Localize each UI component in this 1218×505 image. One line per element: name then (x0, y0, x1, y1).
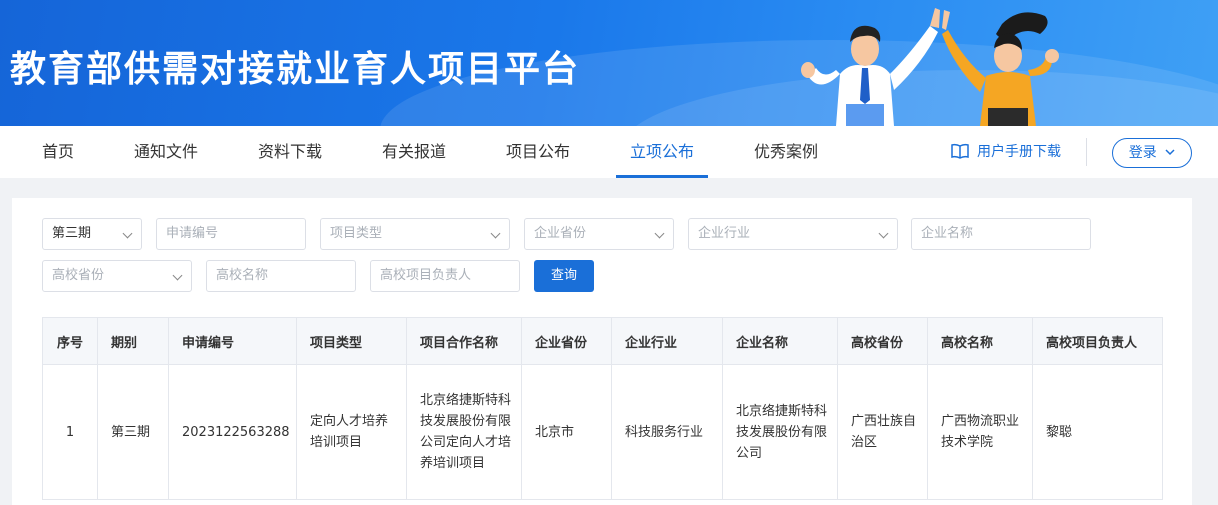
application-no-input[interactable]: 申请编号 (156, 218, 306, 250)
project-type-select[interactable]: 项目类型 (320, 218, 510, 250)
header-school-lead: 高校项目负责人 (1032, 317, 1163, 365)
nav-item-approved[interactable]: 立项公布 (630, 126, 694, 178)
cell-company-industry: 科技服务行业 (611, 364, 723, 500)
header-school-province: 高校省份 (837, 317, 928, 365)
header-banner: 教育部供需对接就业育人项目平台 (0, 0, 1218, 126)
search-button[interactable]: 查询 (534, 260, 594, 292)
nav-item-reports[interactable]: 有关报道 (382, 126, 446, 178)
company-province-placeholder: 企业省份 (534, 226, 587, 241)
user-manual-link[interactable]: 用户手册下载 (951, 126, 1061, 178)
login-button[interactable]: 登录 (1112, 138, 1192, 168)
header-company-industry: 企业行业 (611, 317, 723, 365)
active-tab-indicator (616, 175, 708, 178)
header-index: 序号 (42, 317, 98, 365)
company-province-select[interactable]: 企业省份 (524, 218, 674, 250)
school-province-select[interactable]: 高校省份 (42, 260, 192, 292)
chevron-down-icon (172, 270, 183, 281)
nav-item-downloads[interactable]: 资料下载 (258, 126, 322, 178)
cell-cooperation-name: 北京络捷斯特科技发展股份有限公司定向人才培养培训项目 (406, 364, 522, 500)
table-row: 1 第三期 2023122563288 定向人才培养培训项目 北京络捷斯特科技发… (42, 364, 1163, 500)
chevron-down-icon (1165, 149, 1175, 156)
chevron-down-icon (122, 228, 133, 239)
table-header-row: 序号 期别 申请编号 项目类型 项目合作名称 企业省份 企业行业 企业名称 高校… (42, 317, 1163, 365)
school-name-placeholder: 高校名称 (216, 268, 269, 283)
chevron-down-icon (490, 228, 501, 239)
header-school-name: 高校名称 (927, 317, 1033, 365)
cell-period: 第三期 (97, 364, 169, 500)
nav-item-cases[interactable]: 优秀案例 (754, 126, 818, 178)
main-nav: 首页 通知文件 资料下载 有关报道 项目公布 立项公布 优秀案例 用户手册下载 … (0, 126, 1218, 178)
header-application-no: 申请编号 (168, 317, 297, 365)
header-period: 期别 (97, 317, 169, 365)
company-name-placeholder: 企业名称 (921, 226, 974, 241)
nav-item-projects[interactable]: 项目公布 (506, 126, 570, 178)
period-select[interactable]: 第三期 (42, 218, 142, 250)
cell-school-lead: 黎聪 (1032, 364, 1163, 500)
results-table: 序号 期别 申请编号 项目类型 项目合作名称 企业省份 企业行业 企业名称 高校… (42, 317, 1163, 500)
cell-application-no: 2023122563288 (168, 364, 297, 500)
period-select-value: 第三期 (52, 226, 92, 241)
cell-school-province: 广西壮族自治区 (837, 364, 928, 500)
company-industry-placeholder: 企业行业 (698, 226, 751, 241)
school-province-placeholder: 高校省份 (52, 268, 105, 283)
login-label: 登录 (1128, 145, 1157, 161)
cell-index: 1 (42, 364, 98, 500)
cell-company-name: 北京络捷斯特科技发展股份有限公司 (722, 364, 838, 500)
site-title: 教育部供需对接就业育人项目平台 (10, 49, 581, 90)
high-five-illustration (801, 8, 1059, 126)
cell-project-type: 定向人才培养培训项目 (296, 364, 407, 500)
book-icon (951, 143, 969, 159)
search-panel: 第三期 申请编号 项目类型 企业省份 企业行业 企业名称 高校省份 高校名称 高… (12, 198, 1192, 505)
company-industry-select[interactable]: 企业行业 (688, 218, 898, 250)
nav-item-home[interactable]: 首页 (42, 126, 74, 178)
nav-divider (1086, 138, 1087, 166)
user-manual-label: 用户手册下载 (977, 144, 1061, 160)
school-lead-placeholder: 高校项目负责人 (380, 268, 472, 283)
header-company-province: 企业省份 (521, 317, 612, 365)
school-lead-input[interactable]: 高校项目负责人 (370, 260, 520, 292)
company-name-input[interactable]: 企业名称 (911, 218, 1091, 250)
application-no-placeholder: 申请编号 (166, 226, 219, 241)
header-project-type: 项目类型 (296, 317, 407, 365)
cell-company-province: 北京市 (521, 364, 612, 500)
chevron-down-icon (654, 228, 665, 239)
header-company-name: 企业名称 (722, 317, 838, 365)
header-cooperation-name: 项目合作名称 (406, 317, 522, 365)
cell-school-name: 广西物流职业技术学院 (927, 364, 1033, 500)
chevron-down-icon (878, 228, 889, 239)
school-name-input[interactable]: 高校名称 (206, 260, 356, 292)
nav-item-notices[interactable]: 通知文件 (134, 126, 198, 178)
project-type-placeholder: 项目类型 (330, 226, 383, 241)
